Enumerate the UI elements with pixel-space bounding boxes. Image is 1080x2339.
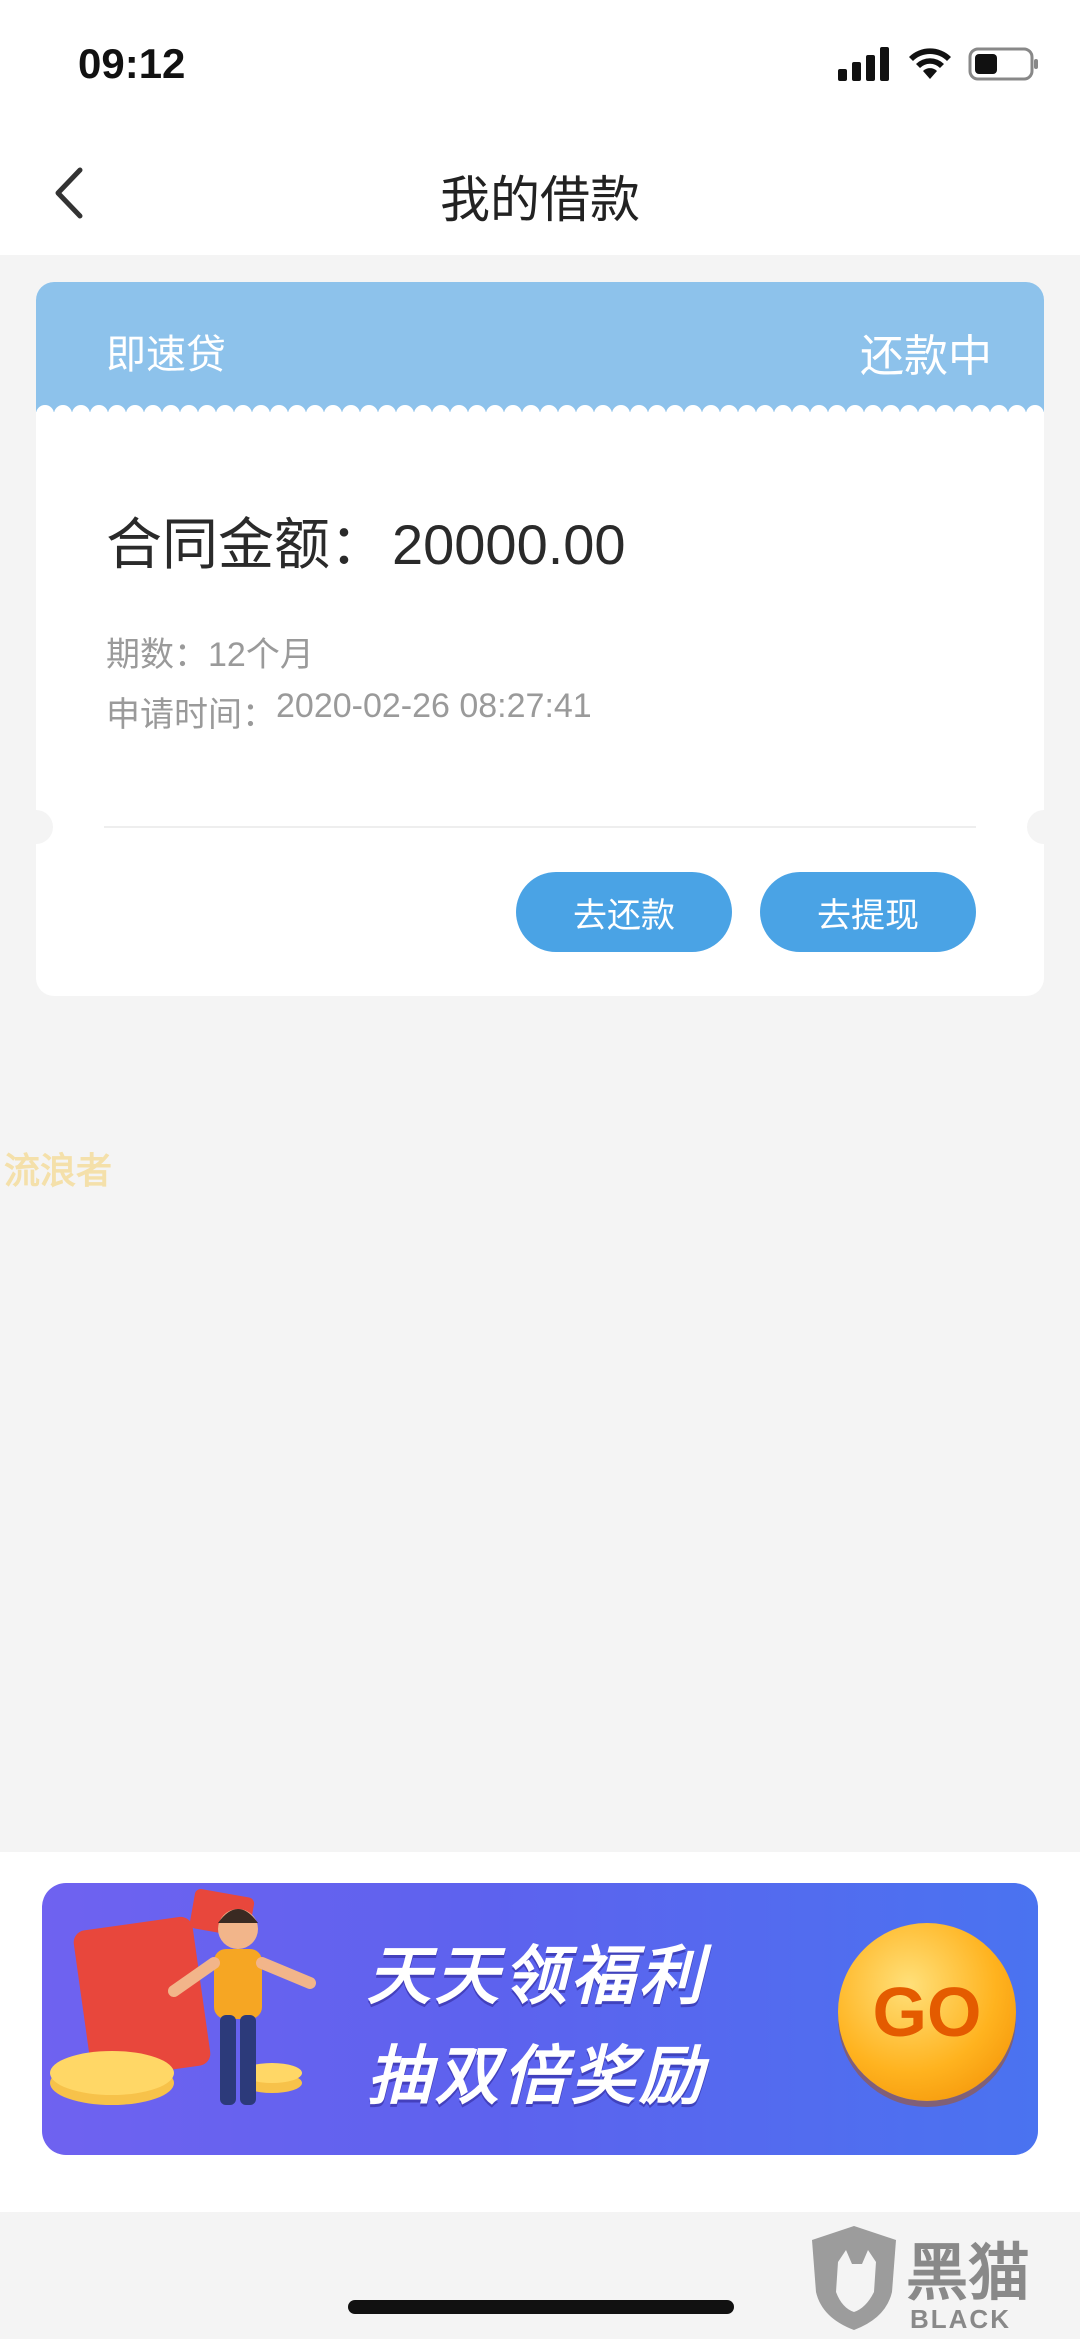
banner-headline-1: 天天领福利: [367, 1940, 707, 2014]
withdraw-button[interactable]: 去提现: [760, 872, 976, 952]
card-divider: [104, 826, 976, 828]
term-row: 期数： 12个月: [106, 627, 314, 676]
page-title: 我的借款: [440, 171, 640, 229]
loan-status-badge: 还款中: [860, 331, 992, 382]
card-header: 即速贷 还款中: [36, 282, 1044, 414]
black-cat-watermark: 黑猫 BLACK CAT: [806, 2222, 1076, 2339]
status-time: 09:12: [78, 40, 186, 87]
ticket-notch-right: [1027, 810, 1044, 844]
cellular-signal-icon: [838, 47, 889, 81]
overlay-watermark-text: 流浪者: [4, 1151, 113, 1192]
nav-bar: 我的借款: [0, 130, 1080, 255]
product-name: 即速贷: [106, 332, 226, 378]
go-button[interactable]: GO: [838, 1923, 1016, 2101]
apply-time-row: 申请时间： 2020-02-26 08:27:41: [106, 687, 592, 736]
home-indicator[interactable]: [348, 2300, 734, 2314]
status-icons: [838, 46, 1040, 82]
promo-illustration: [50, 1889, 316, 2105]
contract-amount-label: 合同金额：: [106, 513, 386, 578]
scalloped-edge: [36, 405, 1044, 414]
battery-icon: [968, 47, 1038, 81]
contract-amount: 合同金额： 20000.00: [106, 500, 626, 581]
apply-time-value: 2020-02-26 08:27:41: [276, 687, 592, 725]
repay-button[interactable]: 去还款: [516, 872, 732, 952]
status-bar: 09:12: [0, 0, 1080, 130]
term-label: 期数：: [106, 635, 208, 675]
brand-name-english: BLACK CAT: [910, 2304, 1011, 2339]
brand-name: 黑猫: [906, 2236, 1031, 2309]
wifi-icon: [909, 48, 951, 79]
promo-banner[interactable]: 天天领福利 抽双倍奖励 GO: [42, 1883, 1038, 2155]
cat-shield-logo-icon: [812, 2226, 896, 2330]
term-value: 12个月: [208, 636, 314, 674]
banner-headline-2: 抽双倍奖励: [367, 2040, 707, 2114]
loan-card: 即速贷 还款中 合同金额： 20000.00 期数： 12个月 申请时间： 20…: [36, 282, 1044, 996]
apply-time-label: 申请时间：: [106, 695, 276, 735]
ticket-notch-left: [36, 810, 53, 844]
contract-amount-value: 20000.00: [392, 513, 626, 576]
